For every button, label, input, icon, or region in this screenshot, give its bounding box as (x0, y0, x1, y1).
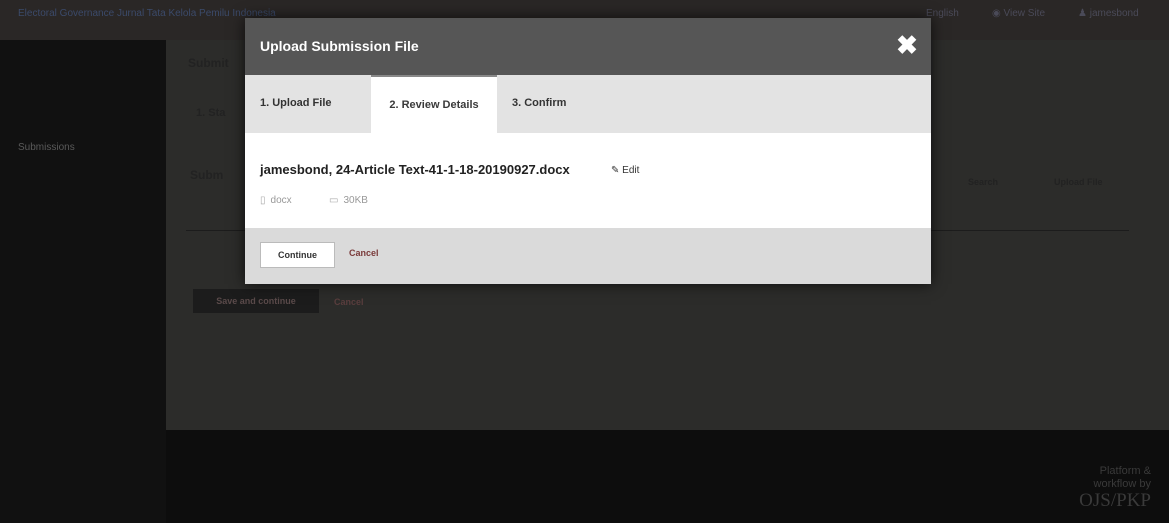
ojs-pkp-brand: OJS/PKP (1079, 490, 1151, 511)
view-site-link[interactable]: ◉ View Site (992, 8, 1045, 19)
hdd-icon: ▭ (329, 195, 339, 206)
user-icon: ♟ (1078, 8, 1090, 19)
close-icon[interactable]: ✖ (893, 31, 921, 59)
search-link[interactable]: Search (968, 177, 998, 187)
modal-tabs: 1. Upload File 2. Review Details 3. Conf… (245, 75, 931, 133)
file-icon: ▯ (260, 195, 266, 206)
save-continue-button[interactable]: Save and continue (193, 289, 319, 313)
tab-review-details[interactable]: 2. Review Details (371, 75, 497, 133)
journal-title-link[interactable]: Electoral Governance Jurnal Tata Kelola … (18, 8, 276, 19)
tab-upload-file[interactable]: 1. Upload File (260, 75, 332, 133)
file-details-panel: jamesbond, 24-Article Text-41-1-18-20190… (245, 133, 931, 228)
cancel-link[interactable]: Cancel (334, 297, 364, 307)
sidebar-item-submissions[interactable]: Submissions (18, 142, 75, 153)
sidebar: Submissions (0, 40, 166, 523)
file-size-label: 30KB (343, 195, 368, 206)
user-menu[interactable]: ♟ jamesbond (1078, 8, 1139, 19)
footer: Platform & workflow by OJS/PKP (166, 430, 1169, 523)
continue-button[interactable]: Continue (260, 242, 335, 268)
pencil-icon: ✎ (611, 165, 623, 176)
eye-icon: ◉ (992, 8, 1004, 19)
step-tab[interactable]: 1. Sta (196, 107, 225, 119)
file-name: jamesbond, 24-Article Text-41-1-18-20190… (260, 162, 570, 177)
edit-label: Edit (622, 165, 640, 176)
file-size: ▭ 30KB (329, 195, 368, 206)
upload-file-link[interactable]: Upload File (1054, 177, 1103, 187)
edit-button[interactable]: ✎ Edit (611, 165, 639, 176)
view-site-label: View Site (1003, 8, 1046, 19)
upload-submission-modal: Upload Submission File ✖ 1. Upload File … (245, 18, 931, 284)
modal-footer: Continue Cancel (245, 228, 931, 284)
cancel-button[interactable]: Cancel (349, 248, 379, 258)
page-title: Submit (188, 56, 229, 70)
file-type: ▯ docx (260, 195, 292, 206)
modal-header: Upload Submission File ✖ (245, 18, 931, 75)
modal-title: Upload Submission File (260, 38, 419, 54)
pkp-logo[interactable]: Platform & workflow by OJS/PKP (1079, 465, 1151, 511)
platform-line: Platform & (1099, 465, 1151, 477)
file-type-label: docx (270, 195, 292, 206)
user-label: jamesbond (1089, 8, 1139, 19)
tab-confirm[interactable]: 3. Confirm (512, 75, 566, 133)
section-title: Subm (190, 168, 224, 182)
